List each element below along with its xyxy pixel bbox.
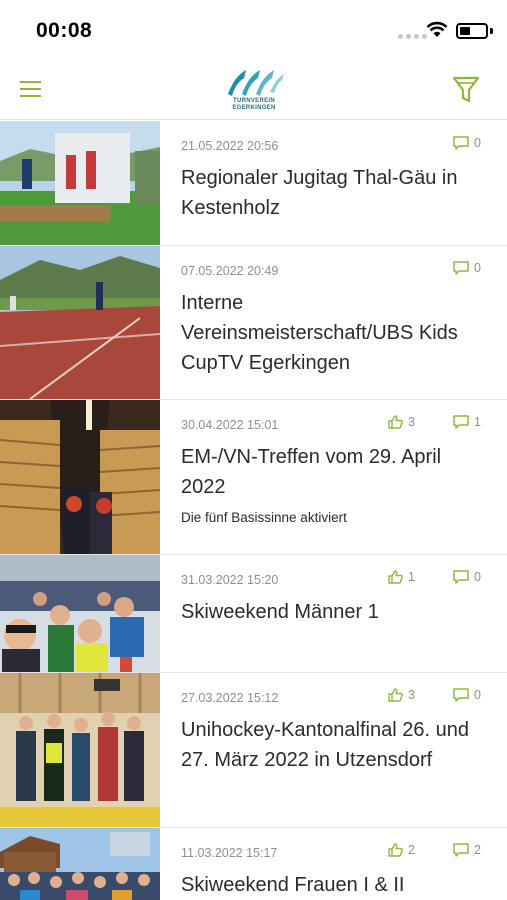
cellular-signal-icon <box>398 34 427 39</box>
like-count[interactable]: 1 <box>388 570 415 584</box>
comment-count[interactable]: 0 <box>453 261 481 275</box>
comment-count-value: 0 <box>474 136 481 150</box>
comment-count[interactable]: 0 <box>453 570 481 584</box>
post-thumbnail <box>0 828 160 900</box>
thumbs-up-icon <box>388 415 403 429</box>
comment-count[interactable]: 0 <box>453 136 481 150</box>
like-count-value: 1 <box>408 570 415 584</box>
feed-item[interactable]: 27.03.2022 15:12 3 0 Unihockey-Kantonalf… <box>0 673 507 828</box>
thumbs-up-icon <box>388 688 403 702</box>
comment-count[interactable]: 2 <box>453 843 481 857</box>
like-count[interactable]: 3 <box>388 415 415 429</box>
comment-icon <box>453 688 469 702</box>
status-bar: 00:08 <box>0 0 507 58</box>
comment-icon <box>453 843 469 857</box>
comment-count-value: 0 <box>474 570 481 584</box>
filter-icon[interactable] <box>452 75 480 105</box>
like-count-value: 3 <box>408 415 415 429</box>
status-time: 00:08 <box>36 19 93 42</box>
logo-text: TURNVEREIN EGERKINGEN <box>232 98 276 111</box>
comment-count[interactable]: 0 <box>453 688 481 702</box>
post-subtitle: Die fünf Basissinne aktiviert <box>181 510 347 525</box>
comment-count-value: 0 <box>474 261 481 275</box>
post-date: 27.03.2022 15:12 <box>181 691 279 705</box>
battery-icon <box>456 23 488 39</box>
post-date: 30.04.2022 15:01 <box>181 418 279 432</box>
news-feed: 21.05.2022 20:56 0 Regionaler Jugitag Th… <box>0 121 507 900</box>
feed-item[interactable]: 31.03.2022 15:20 1 0 Skiweekend Männer 1 <box>0 555 507 673</box>
thumbs-up-icon <box>388 570 403 584</box>
post-title: Regionaler Jugitag Thal-Gäu in Kestenhol… <box>181 167 458 219</box>
comment-count-value: 0 <box>474 688 481 702</box>
comment-count-value: 2 <box>474 843 481 857</box>
wifi-icon <box>426 21 448 37</box>
thumbs-up-icon <box>388 843 403 857</box>
post-thumbnail <box>0 555 160 672</box>
post-title: Unihockey-Kantonalfinal 26. und 27. März… <box>181 719 469 771</box>
comment-icon <box>453 415 469 429</box>
post-title: EM-/VN-Treffen vom 29. April 2022 <box>181 446 442 498</box>
post-date: 11.03.2022 15:17 <box>181 846 278 860</box>
club-logo: TURNVEREIN EGERKINGEN <box>222 62 286 118</box>
post-thumbnail <box>0 121 160 245</box>
like-count[interactable]: 3 <box>388 688 415 702</box>
feed-item[interactable]: 30.04.2022 15:01 3 1 EM-/VN-Treffen vom … <box>0 400 507 555</box>
post-thumbnail <box>0 246 160 399</box>
like-count-value: 3 <box>408 688 415 702</box>
post-title: Interne Vereinsmeisterschaft/UBS Kids Cu… <box>181 292 458 374</box>
logo-waves-icon <box>228 70 284 96</box>
post-title: Skiweekend Frauen I & II <box>181 874 405 896</box>
like-count-value: 2 <box>408 843 415 857</box>
post-date: 21.05.2022 20:56 <box>181 139 279 153</box>
comment-icon <box>453 136 469 150</box>
hamburger-menu-icon[interactable] <box>20 78 44 100</box>
feed-item[interactable]: 21.05.2022 20:56 0 Regionaler Jugitag Th… <box>0 121 507 246</box>
battery-tip <box>490 28 493 34</box>
app-header: TURNVEREIN EGERKINGEN <box>0 58 507 120</box>
comment-icon <box>453 261 469 275</box>
comment-count-value: 1 <box>474 415 481 429</box>
post-date: 31.03.2022 15:20 <box>181 573 279 587</box>
post-title: Skiweekend Männer 1 <box>181 601 379 623</box>
comment-count[interactable]: 1 <box>453 415 481 429</box>
post-thumbnail <box>0 400 160 554</box>
post-thumbnail <box>0 673 160 827</box>
feed-item[interactable]: 11.03.2022 15:17 2 2 Skiweekend Frauen I… <box>0 828 507 900</box>
comment-icon <box>453 570 469 584</box>
post-date: 07.05.2022 20:49 <box>181 264 279 278</box>
like-count[interactable]: 2 <box>388 843 415 857</box>
feed-item[interactable]: 07.05.2022 20:49 0 Interne Vereinsmeiste… <box>0 246 507 400</box>
